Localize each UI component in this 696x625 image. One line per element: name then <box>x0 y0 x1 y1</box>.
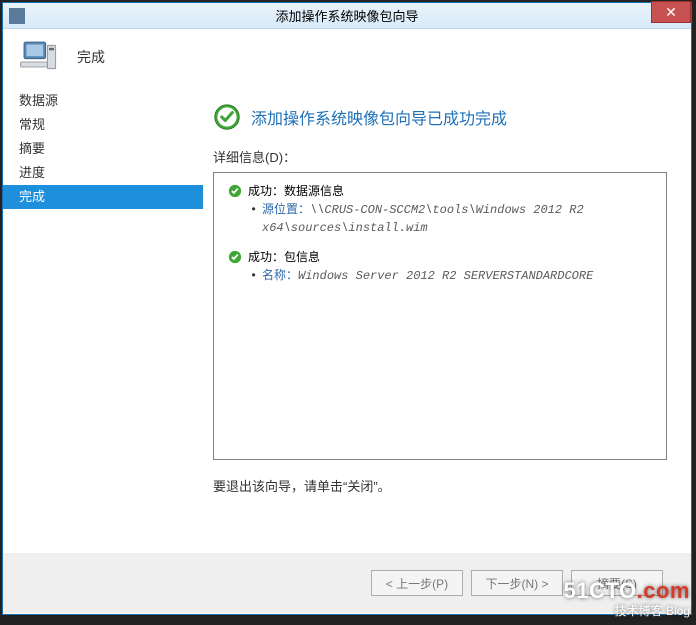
detail-sub-label: 源位置： <box>262 203 310 217</box>
sidebar-item-datasource[interactable]: 数据源 <box>3 89 203 113</box>
status-text: 添加操作系统映像包向导已成功完成 <box>251 105 507 129</box>
success-icon <box>213 103 241 131</box>
sidebar-item-general[interactable]: 常规 <box>3 113 203 137</box>
detail-label: 详细信息(D)： <box>213 147 667 166</box>
check-icon <box>228 184 242 198</box>
sidebar-item-progress[interactable]: 进度 <box>3 161 203 185</box>
summary-button: 摘要(S) <box>571 570 663 596</box>
status-row: 添加操作系统映像包向导已成功完成 <box>213 103 667 131</box>
header: 完成 <box>3 29 691 85</box>
sidebar-item-summary[interactable]: 摘要 <box>3 137 203 161</box>
footer: < 上一步(P) 下一步(N) > 摘要(S) <box>3 553 691 613</box>
window-title: 添加操作系统映像包向导 <box>275 6 418 25</box>
bullet-icon: • <box>250 267 257 285</box>
next-button: 下一步(N) > <box>471 570 563 596</box>
detail-item: 成功：包信息 • 名称：Windows Server 2012 R2 SERVE… <box>228 249 652 285</box>
sidebar: 数据源 常规 摘要 进度 完成 <box>3 85 203 553</box>
detail-item: 成功：数据源信息 • 源位置：\\CRUS-CON-SCCM2\tools\Wi… <box>228 183 652 237</box>
detail-sub-label: 名称： <box>262 269 298 283</box>
detail-sub: • 名称：Windows Server 2012 R2 SERVERSTANDA… <box>248 267 652 285</box>
detail-box[interactable]: 成功：数据源信息 • 源位置：\\CRUS-CON-SCCM2\tools\Wi… <box>213 172 667 460</box>
titlebar: 添加操作系统映像包向导 ✕ <box>3 3 691 29</box>
wizard-window: 添加操作系统映像包向导 ✕ 完成 数据源 常规 摘要 进度 完成 <box>2 2 692 615</box>
prev-button: < 上一步(P) <box>371 570 463 596</box>
detail-item-title: 成功：包信息 <box>248 251 320 265</box>
exit-hint: 要退出该向导，请单击“关闭”。 <box>213 476 667 495</box>
close-button[interactable]: ✕ <box>651 1 691 23</box>
check-icon <box>228 250 242 264</box>
page-title: 完成 <box>77 47 105 67</box>
detail-sub-value: \\CRUS-CON-SCCM2\tools\Windows 2012 R2 x… <box>262 203 584 235</box>
computer-icon <box>19 37 59 77</box>
app-icon <box>9 8 25 24</box>
detail-item-title: 成功：数据源信息 <box>248 185 344 199</box>
bullet-icon: • <box>250 201 257 219</box>
body: 数据源 常规 摘要 进度 完成 添加操作系统映像包向导已成功完成 详细信息(D)… <box>3 85 691 553</box>
detail-sub-value: Windows Server 2012 R2 SERVERSTANDARDCOR… <box>298 269 593 283</box>
main-panel: 添加操作系统映像包向导已成功完成 详细信息(D)： 成功：数据源信息 • 源位置… <box>203 85 691 553</box>
detail-sub: • 源位置：\\CRUS-CON-SCCM2\tools\Windows 201… <box>248 201 652 237</box>
sidebar-item-complete[interactable]: 完成 <box>3 185 203 209</box>
